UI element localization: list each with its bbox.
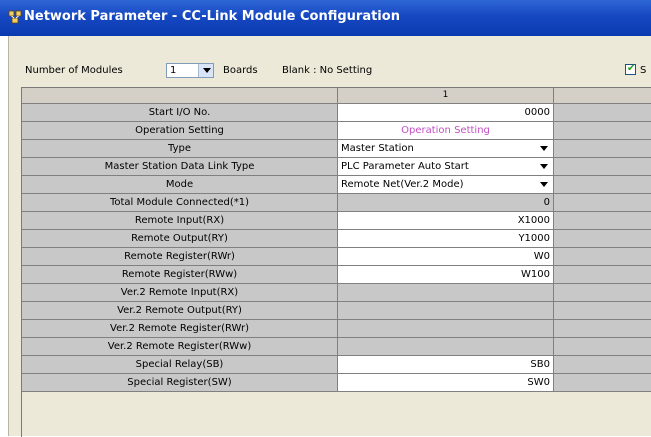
value-cell[interactable]: 0000	[338, 104, 554, 122]
row-label: Start I/O No.	[22, 104, 338, 122]
table-row: Ver.2 Remote Register(RWr)	[22, 320, 651, 338]
cell-value: PLC Parameter Auto Start	[341, 161, 469, 172]
table-row: Mode Remote Net(Ver.2 Mode)	[22, 176, 651, 194]
modules-label: Number of Modules	[25, 65, 123, 76]
empty-cell	[554, 158, 651, 176]
config-window: Number of Modules 1 Boards Blank : No Se…	[8, 36, 651, 437]
row-label: Remote Input(RX)	[22, 212, 338, 230]
empty-cell	[554, 140, 651, 158]
value-cell[interactable]: SB0	[338, 356, 554, 374]
empty-cell	[554, 230, 651, 248]
table-row: Ver.2 Remote Register(RWw)	[22, 338, 651, 356]
value-cell: 0	[338, 194, 554, 212]
empty-cell	[554, 122, 651, 140]
corner-header	[22, 88, 338, 104]
table-row: Total Module Connected(*1) 0	[22, 194, 651, 212]
cell-value: SW0	[527, 377, 550, 388]
row-label: Master Station Data Link Type	[22, 158, 338, 176]
row-label: Remote Output(RY)	[22, 230, 338, 248]
value-cell[interactable]: X1000	[338, 212, 554, 230]
row-label: Operation Setting	[22, 122, 338, 140]
table-row: Ver.2 Remote Input(RX)	[22, 284, 651, 302]
modules-count-select[interactable]: 1	[166, 63, 214, 78]
value-cell	[338, 302, 554, 320]
value-cell	[338, 320, 554, 338]
table-row: Ver.2 Remote Output(RY)	[22, 302, 651, 320]
table-row: Type Master Station	[22, 140, 651, 158]
blank-hint-label: Blank : No Setting	[282, 65, 373, 76]
row-label: Remote Register(RWr)	[22, 248, 338, 266]
table-row: Remote Register(RWw) W100	[22, 266, 651, 284]
cell-value: W0	[533, 251, 550, 262]
value-cell[interactable]: W100	[338, 266, 554, 284]
empty-cell	[554, 176, 651, 194]
setting-checkbox[interactable]: ✔	[625, 63, 636, 75]
cell-value: 0	[543, 197, 550, 208]
dropdown-arrow-icon[interactable]	[198, 64, 213, 77]
table-row: Operation Setting Operation Setting	[22, 122, 651, 140]
row-label: Type	[22, 140, 338, 158]
row-label: Ver.2 Remote Input(RX)	[22, 284, 338, 302]
dropdown-arrow-icon[interactable]	[537, 142, 551, 154]
value-cell[interactable]: SW0	[338, 374, 554, 392]
setting-checkbox-label: S	[640, 65, 647, 76]
module-grid: 1 Start I/O No. 0000 Operation Setting Oper…	[21, 87, 651, 437]
value-select[interactable]: Remote Net(Ver.2 Mode)	[338, 176, 554, 194]
value-select[interactable]: PLC Parameter Auto Start	[338, 158, 554, 176]
checkmark-icon: ✔	[627, 63, 636, 74]
column-header-2[interactable]	[554, 88, 651, 104]
cell-value: W100	[521, 269, 550, 280]
row-label: Remote Register(RWw)	[22, 266, 338, 284]
table-row: Special Register(SW) SW0	[22, 374, 651, 392]
value-select[interactable]: Master Station	[338, 140, 554, 158]
cell-value: Remote Net(Ver.2 Mode)	[341, 179, 464, 190]
table-row: Remote Register(RWr) W0	[22, 248, 651, 266]
dropdown-arrow-icon[interactable]	[537, 178, 551, 190]
value-cell[interactable]: Y1000	[338, 230, 554, 248]
empty-cell	[554, 320, 651, 338]
empty-cell	[554, 194, 651, 212]
value-cell[interactable]: Operation Setting	[338, 122, 554, 140]
empty-cell	[554, 374, 651, 392]
empty-cell	[554, 302, 651, 320]
row-label: Special Relay(SB)	[22, 356, 338, 374]
table-row: Remote Output(RY) Y1000	[22, 230, 651, 248]
title-bar: Network Parameter - CC-Link Module Confi…	[0, 0, 651, 36]
dropdown-arrow-icon[interactable]	[537, 160, 551, 172]
grid-header-row: 1	[22, 88, 651, 104]
boards-label: Boards	[223, 65, 258, 76]
window-title: Network Parameter - CC-Link Module Confi…	[24, 9, 400, 24]
cell-value: 0000	[524, 107, 550, 118]
row-label: Special Register(SW)	[22, 374, 338, 392]
empty-cell	[554, 338, 651, 356]
column-header-1[interactable]: 1	[338, 88, 554, 104]
empty-cell	[554, 212, 651, 230]
row-label: Mode	[22, 176, 338, 194]
cell-value: SB0	[530, 359, 550, 370]
value-cell	[338, 284, 554, 302]
empty-cell	[554, 284, 651, 302]
network-config-icon	[8, 10, 22, 24]
table-row: Special Relay(SB) SB0	[22, 356, 651, 374]
row-label: Ver.2 Remote Register(RWw)	[22, 338, 338, 356]
cell-value: Master Station	[341, 143, 414, 154]
value-cell[interactable]: W0	[338, 248, 554, 266]
cell-value: Operation Setting	[401, 125, 490, 136]
value-cell	[338, 338, 554, 356]
row-label: Total Module Connected(*1)	[22, 194, 338, 212]
empty-cell	[554, 248, 651, 266]
cell-value: Y1000	[518, 233, 550, 244]
table-row: Remote Input(RX) X1000	[22, 212, 651, 230]
empty-cell	[554, 356, 651, 374]
modules-count-value: 1	[170, 65, 177, 76]
empty-cell	[554, 104, 651, 122]
row-label: Ver.2 Remote Output(RY)	[22, 302, 338, 320]
table-row: Start I/O No. 0000	[22, 104, 651, 122]
module-toolbar: Number of Modules 1 Boards Blank : No Se…	[9, 36, 651, 86]
empty-cell	[554, 266, 651, 284]
table-row: Master Station Data Link Type PLC Paramet…	[22, 158, 651, 176]
row-label: Ver.2 Remote Register(RWr)	[22, 320, 338, 338]
cell-value: X1000	[517, 215, 550, 226]
